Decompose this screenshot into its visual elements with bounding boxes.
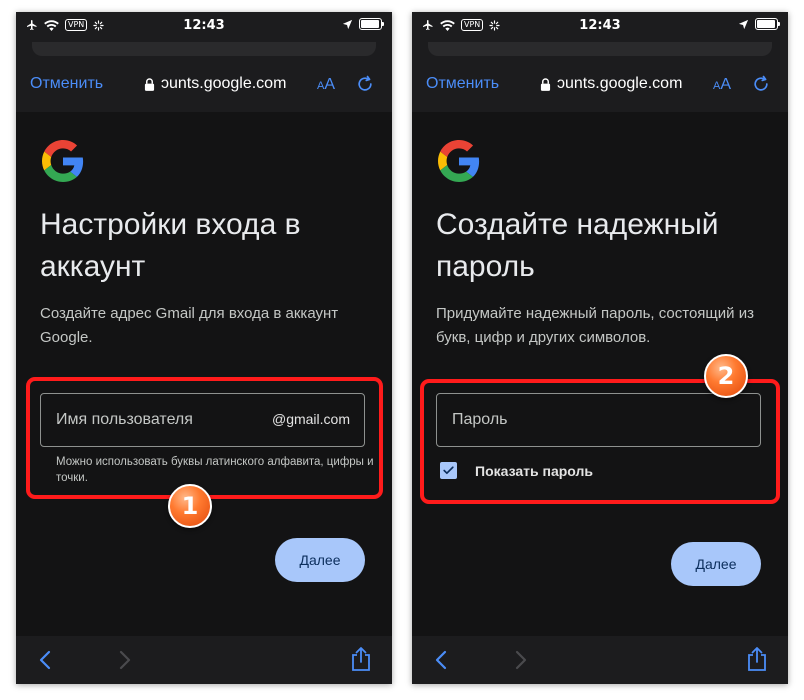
location-icon [342, 19, 353, 29]
share-icon[interactable] [746, 646, 768, 672]
url-text: ɔunts.google.com [557, 75, 683, 92]
background-tab [428, 42, 772, 56]
next-button[interactable]: Далее [275, 538, 365, 582]
back-arrow-icon[interactable] [434, 650, 448, 670]
forward-arrow-icon[interactable] [514, 650, 528, 670]
location-icon [738, 19, 749, 29]
forward-arrow-icon[interactable] [118, 650, 132, 670]
back-arrow-icon[interactable] [38, 650, 52, 670]
browser-bar: Отменить ɔunts.google.com AA [16, 60, 392, 112]
aa-big: A [324, 76, 336, 93]
browser-toolbar [412, 636, 788, 684]
address-bar[interactable]: ɔunts.google.com [144, 75, 286, 93]
phone-screen-username: VPN 12:43 Отменить ɔunts.google.com AA Н… [16, 12, 392, 684]
aa-big: A [720, 76, 732, 93]
background-tab [32, 42, 376, 56]
step-marker-1: 1 [168, 484, 212, 528]
lock-icon [540, 77, 551, 91]
text-size-button[interactable]: AA [317, 76, 335, 94]
page-content: Настройки входа в аккаунт Создайте адрес… [16, 112, 392, 636]
status-right [342, 18, 384, 30]
browser-bar: Отменить ɔunts.google.com AA [412, 60, 788, 112]
reload-icon[interactable] [751, 74, 771, 94]
google-logo [42, 140, 84, 182]
page-description: Создайте адрес Gmail для входа в аккаунт… [40, 305, 339, 346]
page-title: Настройки входа в аккаунт [40, 208, 301, 283]
text-size-button[interactable]: AA [713, 76, 731, 94]
lock-icon [144, 77, 155, 91]
browser-toolbar [16, 636, 392, 684]
address-bar[interactable]: ɔunts.google.com [540, 75, 682, 93]
share-icon[interactable] [350, 646, 372, 672]
highlight-username-field [26, 377, 383, 499]
status-time: 12:43 [183, 18, 225, 33]
battery-icon [359, 18, 384, 30]
page-title: Создайте надежный пароль [436, 208, 719, 283]
reload-icon[interactable] [355, 74, 375, 94]
status-bar: VPN 12:43 [16, 12, 392, 42]
cancel-button[interactable]: Отменить [426, 75, 499, 93]
battery-icon [755, 18, 780, 30]
next-button[interactable]: Далее [671, 542, 761, 586]
status-right [738, 18, 780, 30]
status-time: 12:43 [579, 18, 621, 33]
url-text: ɔunts.google.com [161, 75, 287, 92]
google-logo [438, 140, 480, 182]
status-bar: VPN 12:43 [412, 12, 788, 42]
step-marker-2: 2 [704, 354, 748, 398]
phone-screen-password: VPN 12:43 Отменить ɔunts.google.com AA С… [412, 12, 788, 684]
cancel-button[interactable]: Отменить [30, 75, 103, 93]
page-description: Придумайте надежный пароль, состоящий из… [436, 305, 754, 346]
